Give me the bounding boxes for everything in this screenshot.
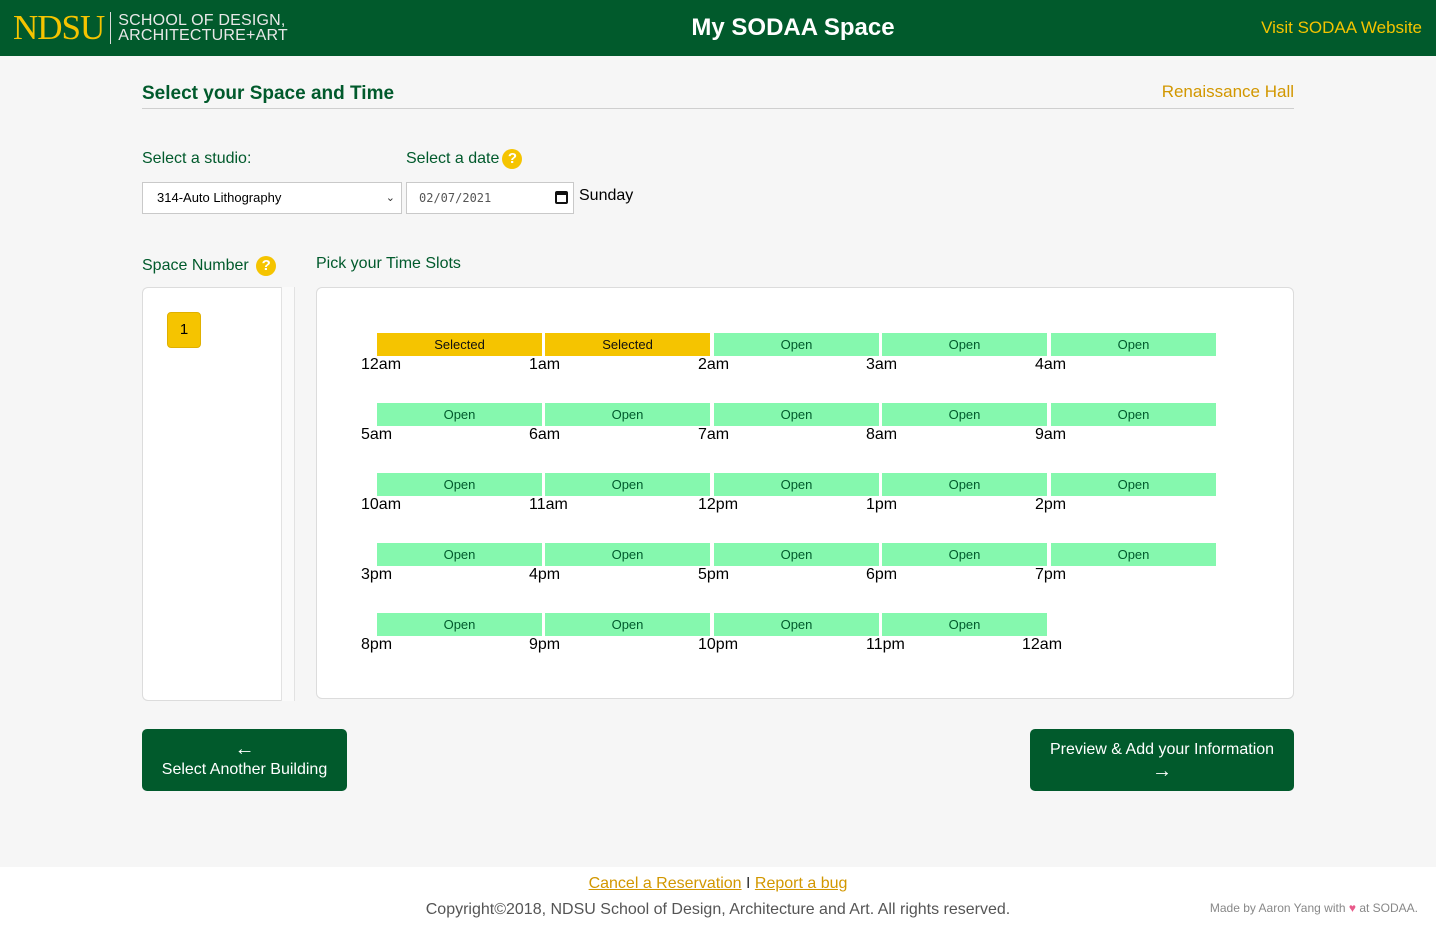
time-slot-open[interactable]: Open [714, 473, 879, 496]
time-label: 2am [698, 356, 730, 373]
time-slot-open[interactable]: Open [545, 403, 710, 426]
calendar-icon[interactable] [555, 191, 568, 204]
time-slot-open[interactable]: Open [545, 613, 710, 636]
made-by-suffix: at SODAA. [1359, 901, 1418, 915]
time-label: 12pm [698, 496, 739, 513]
heart-icon: ♥ [1348, 901, 1356, 915]
arrow-left-icon: ← [234, 738, 255, 760]
time-label: 12am [361, 356, 402, 373]
building-name: Renaissance Hall [1161, 82, 1294, 101]
time-label: 9pm [529, 636, 561, 653]
date-label: Select a date? [406, 149, 523, 169]
time-slot-open[interactable]: Open [882, 403, 1047, 426]
time-slot-open[interactable]: Open [1051, 543, 1216, 566]
time-label: 3am [866, 356, 898, 373]
space-help-icon[interactable]: ? [256, 256, 277, 276]
time-label: 2pm [1035, 496, 1067, 513]
date-input[interactable]: 02/07/2021 [406, 182, 574, 214]
time-label: 1pm [866, 496, 898, 513]
studio-select[interactable]: 314-Auto Lithography ⌄ [142, 182, 402, 214]
time-slot-open[interactable]: Open [377, 613, 542, 636]
time-label: 5am [361, 426, 393, 443]
preview-add-info-button[interactable]: Preview & Add your Information → [1030, 729, 1294, 791]
select-another-building-label: Select Another Building [161, 761, 328, 778]
time-slot-open[interactable]: Open [882, 543, 1047, 566]
made-by-prefix: Made by Aaron Yang with [1209, 901, 1346, 915]
time-label: 12am [1022, 636, 1063, 653]
studio-label: Select a studio: [142, 150, 252, 167]
time-slot-open[interactable]: Open [377, 403, 542, 426]
title-divider [142, 108, 1294, 109]
time-slot-open[interactable]: Open [714, 333, 879, 356]
time-slot-selected[interactable]: Selected [545, 333, 710, 356]
date-label-text: Select a date [406, 150, 500, 168]
time-slot-open[interactable]: Open [882, 333, 1047, 356]
top-header: NDSU SCHOOL OF DESIGN, ARCHITECTURE+ART … [0, 0, 1436, 56]
page-footer: Cancel a Reservation I Report a bug Copy… [0, 867, 1436, 930]
time-label: 3pm [361, 566, 393, 583]
day-of-week: Sunday [579, 187, 634, 204]
time-label: 11am [529, 496, 568, 513]
time-label: 11pm [866, 636, 905, 653]
time-label: 4pm [529, 566, 561, 583]
time-label: 7am [698, 426, 730, 443]
time-label: 7pm [1035, 566, 1067, 583]
page-title: Select your Space and Time [142, 83, 395, 104]
time-label: 9am [1035, 426, 1067, 443]
made-by-credit: Made by Aaron Yang with ♥ at SODAA. [1210, 901, 1418, 915]
time-label: 4am [1035, 356, 1067, 373]
time-label: 8am [866, 426, 898, 443]
preview-add-info-label: Preview & Add your Information [1049, 741, 1275, 758]
time-slot-open[interactable]: Open [714, 543, 879, 566]
time-slot-open[interactable]: Open [377, 543, 542, 566]
time-slot-open[interactable]: Open [545, 543, 710, 566]
cancel-reservation-link[interactable]: Cancel a Reservation [589, 875, 742, 892]
time-slot-open[interactable]: Open [377, 473, 542, 496]
space-list-scrollbar[interactable] [281, 287, 295, 701]
time-slot-open[interactable]: Open [545, 473, 710, 496]
space-list-panel [142, 287, 282, 701]
time-label: 8pm [361, 636, 393, 653]
space-number-label-text: Space Number [142, 257, 249, 275]
space-number-label: Space Number ? [142, 256, 277, 276]
time-label: 10pm [698, 636, 739, 653]
time-slot-open[interactable]: Open [1051, 403, 1216, 426]
space-number-button[interactable]: 1 [167, 312, 201, 348]
time-slots-label: Pick your Time Slots [316, 255, 461, 272]
time-slot-selected[interactable]: Selected [377, 333, 542, 356]
time-slot-open[interactable]: Open [882, 473, 1047, 496]
time-slot-open[interactable]: Open [714, 613, 879, 636]
time-label: 1am [529, 356, 561, 373]
chevron-down-icon: ⌄ [385, 192, 395, 204]
date-input-value: 02/07/2021 [419, 191, 492, 205]
app-title: My SODAA Space [691, 14, 895, 41]
arrow-right-icon: → [1152, 760, 1172, 782]
time-slot-open[interactable]: Open [1051, 333, 1216, 356]
select-another-building-button[interactable]: ← Select Another Building [142, 729, 347, 791]
studio-select-value: 314-Auto Lithography [157, 190, 282, 205]
date-help-icon[interactable]: ? [502, 149, 523, 169]
time-label: 6am [529, 426, 561, 443]
footer-links: Cancel a Reservation I Report a bug [0, 875, 1436, 893]
time-label: 5pm [698, 566, 730, 583]
report-bug-link[interactable]: Report a bug [755, 875, 848, 892]
visit-website-link[interactable]: Visit SODAA Website [1261, 18, 1422, 38]
time-slot-open[interactable]: Open [882, 613, 1047, 636]
footer-separator: I [746, 875, 751, 892]
time-slot-open[interactable]: Open [1051, 473, 1216, 496]
time-slot-open[interactable]: Open [714, 403, 879, 426]
time-label: 10am [361, 496, 402, 513]
time-label: 6pm [866, 566, 898, 583]
